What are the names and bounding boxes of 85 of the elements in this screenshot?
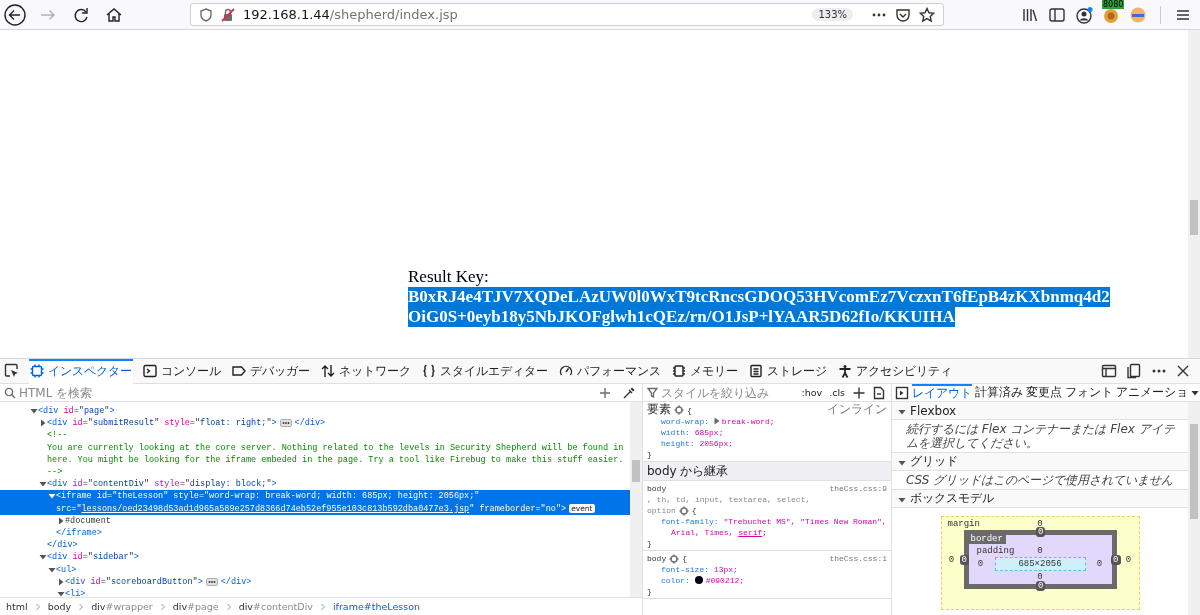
filter-field[interactable]: スタイルを絞り込み [661, 385, 795, 400]
result-key-text: B0xRJ4e4TJV7XQDeLAzUW0l0WxT9tcRncsGDOQ53HVcomEz7VczxnT6fEpB4zKXbnmq4d2 [408, 287, 1110, 307]
brace: } [647, 538, 653, 549]
devtools-tab[interactable]: デバッガー [231, 359, 311, 384]
sidebar-tab[interactable]: 変更点 [1026, 384, 1062, 401]
closing-tag: </div> [47, 539, 78, 552]
css-declaration[interactable]: height: 2056px; [647, 438, 887, 449]
html-tag[interactable]: <div id="page"> [38, 405, 115, 418]
source-link[interactable]: インライン [827, 404, 887, 416]
toggle-button[interactable]: .cls [829, 387, 845, 398]
devtools-tab[interactable]: スタイルエディター [421, 359, 549, 384]
toggle-button[interactable]: :hov [801, 387, 823, 398]
devtools-tab[interactable]: アクセシビリティ [837, 359, 953, 384]
result-key-label: Result Key: [408, 267, 490, 287]
css-declaration[interactable]: word-wrap: break-word; [647, 416, 887, 427]
box-label: border [967, 534, 1006, 544]
sidebar-tab[interactable]: アニメーショ [1116, 384, 1188, 401]
html-tag[interactable]: <li> [65, 588, 86, 597]
sidebar-tab[interactable]: 計算済み [975, 384, 1023, 401]
box-model-value[interactable]: 0 [1036, 527, 1046, 537]
box-model-value[interactable]: 0 [1037, 571, 1043, 583]
box-model-value[interactable]: 0 [1093, 559, 1106, 569]
css-selector: 要素 [647, 404, 671, 416]
css-declaration[interactable]: font-size: 13px; [647, 564, 887, 575]
box-model-value[interactable]: 0 [945, 554, 958, 565]
html-tag[interactable]: <div id="submitResult" style="float: right;"> [47, 417, 277, 430]
html-comment-line: --> [47, 466, 63, 479]
breadcrumb[interactable]: div#wrapper [91, 601, 153, 612]
breadcrumb[interactable]: html [6, 601, 28, 612]
devtools-tab[interactable]: ストレージ [748, 359, 828, 384]
devtools-tab[interactable]: ネットワーク [320, 359, 412, 384]
result-key-text: OiG0S+0eyb18y5NbJKOFglwh1cQEz/rn/O1JsP+lYAAR5D62fIo/KKUIHA [408, 307, 955, 327]
brace: { [691, 505, 697, 516]
zoom-level-button[interactable]: 133% [812, 8, 853, 21]
brace: { [682, 553, 687, 564]
devtools-tab[interactable]: インスペクター [29, 359, 133, 384]
css-selector: option [647, 505, 676, 516]
url-text[interactable]: 192.168.1.44/shepherd/index.jsp [243, 7, 458, 22]
sidebar-tab[interactable]: フォント [1065, 384, 1113, 401]
brace: { [687, 404, 692, 416]
html-comment-line: <!-- [47, 429, 68, 442]
extension-badge: 8080 [1102, 0, 1125, 9]
source-link[interactable]: theCss.css:9 [829, 483, 887, 494]
brace: } [647, 449, 653, 460]
box-label: padding [976, 545, 1015, 557]
box-model-value[interactable]: 0 [974, 559, 987, 569]
box-model-value[interactable]: 0 [1037, 545, 1043, 557]
closing-tag: </div> [294, 417, 326, 430]
inherited-header: body から継承 [643, 462, 891, 481]
box-model-value[interactable]: 0 [1111, 554, 1121, 565]
css-declaration[interactable]: width: 685px; [647, 427, 887, 438]
html-tag[interactable]: <div id="sidebar"> [47, 551, 139, 564]
css-declaration[interactable]: color: #090212; [647, 575, 887, 586]
css-selector: body [647, 483, 667, 494]
breadcrumb[interactable]: body [47, 601, 72, 612]
html-tag[interactable]: <ul> [56, 563, 77, 576]
closing-tag: </iframe> [56, 527, 102, 540]
devtools-tab[interactable]: パフォーマンス [558, 359, 662, 384]
content-box[interactable]: 685×2056 [994, 557, 1086, 571]
html-node[interactable]: #document [65, 514, 111, 528]
brace: } [647, 586, 653, 597]
box-model-value[interactable]: 0 [959, 554, 969, 565]
closing-tag: </div> [220, 575, 252, 589]
devtools-tab[interactable]: コンソール [142, 359, 222, 384]
html-tag[interactable]: <div id="scoreboardButton"> [65, 575, 203, 589]
css-selector: , th, td, input, textarea, select, [647, 494, 811, 505]
breadcrumb[interactable]: div#page [172, 601, 219, 612]
section-header[interactable]: ボックスモデル [892, 490, 1188, 508]
source-link[interactable]: theCss.css:1 [829, 553, 887, 564]
section-header[interactable]: Flexbox [892, 402, 1188, 420]
box-model-value[interactable]: 0 [1036, 581, 1046, 591]
css-selector: body [647, 553, 667, 564]
html-comment-line: here. You might be looking for the iframe embeded in the page. Try a tool like Firebug to make this stuff easier. [47, 453, 624, 466]
breadcrumb[interactable]: div#contentDiv [238, 601, 313, 612]
section-header[interactable]: グリッド [892, 453, 1188, 471]
devtools-tab[interactable]: メモリー [671, 359, 739, 384]
css-declaration[interactable]: font-family: "Trebuchet MS", "Times New Roman", Arial, Times, serif; [647, 516, 887, 538]
box-label: margin [947, 518, 980, 530]
html-tag[interactable]: <div id="contentDiv" style="display: block;"> [47, 478, 277, 491]
address-bar[interactable]: 192.168.1.44/shepherd/index.jsp 133% [190, 3, 944, 26]
html-tag[interactable]: <iframe id="theLesson" style="word-wrap: break-word; width: 685px; height: 2056px;" src="lessons/oed23498d53ad1d965a589e257d8366d74eb52ef955e103c813b592dba0477e3.jsp" frameborder="no"> [56, 490, 567, 515]
breadcrumb[interactable]: iframe#theLesson [332, 601, 420, 612]
box-model-value[interactable]: 0 [1122, 554, 1135, 565]
html-comment-line: You are currently looking at the core server. Nothing related to the levels in Security Shepherd will be found in [47, 441, 624, 454]
search-field[interactable]: HTML を検索 [19, 385, 588, 400]
